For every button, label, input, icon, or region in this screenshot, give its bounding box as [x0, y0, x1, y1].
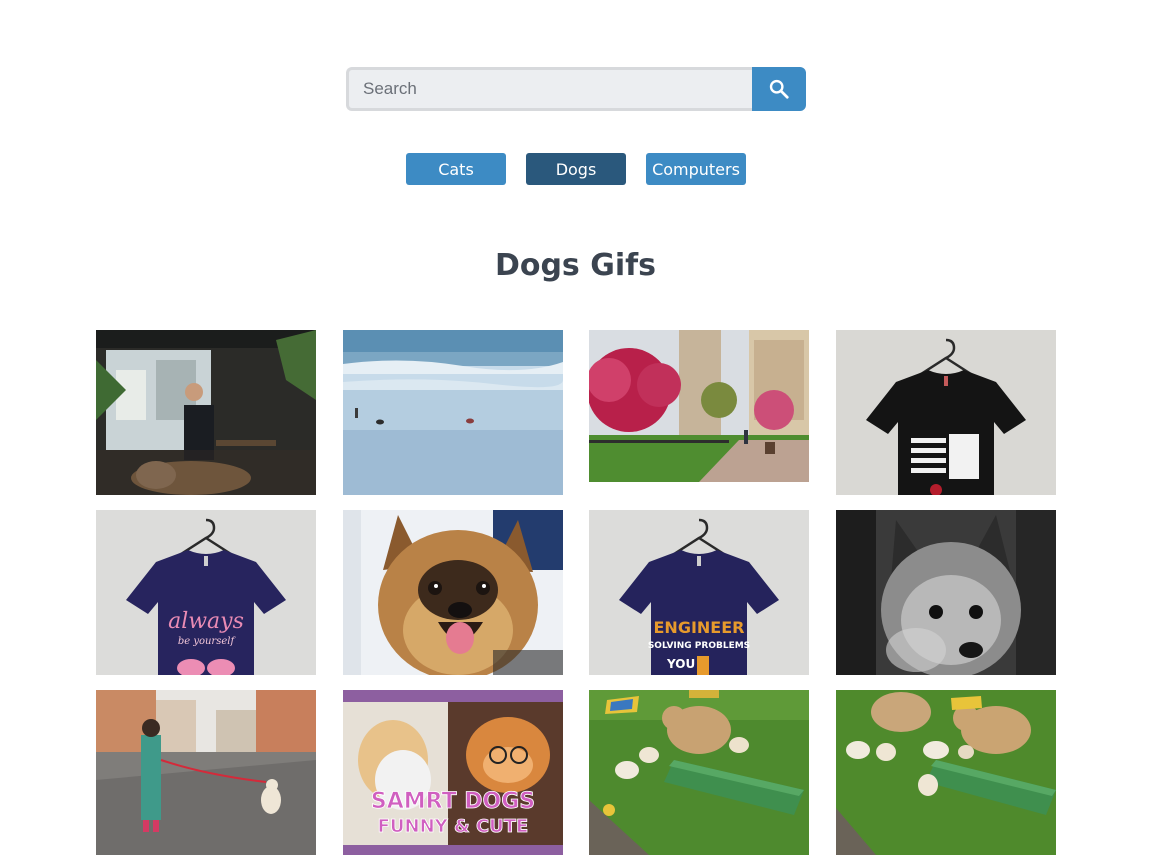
- svg-text:SAMRT DOGS: SAMRT DOGS: [370, 789, 534, 814]
- gif-tile[interactable]: [96, 330, 316, 495]
- gif-image: [835, 690, 1056, 855]
- gif-image: [835, 330, 1056, 495]
- gif-image: [96, 690, 316, 855]
- gif-image: [342, 510, 563, 675]
- gif-image: ENGINEER SOLVING PROBLEMS YOU: [589, 510, 809, 675]
- search-button[interactable]: [752, 67, 806, 111]
- svg-text:SOLVING PROBLEMS: SOLVING PROBLEMS: [648, 641, 750, 651]
- category-tabs: Cats Dogs Computers: [406, 153, 746, 185]
- gif-tile[interactable]: [835, 690, 1056, 855]
- gif-image: always be yourself: [96, 510, 316, 675]
- gif-tile[interactable]: always be yourself: [96, 510, 316, 675]
- svg-text:always: always: [168, 609, 244, 634]
- search-icon: [769, 79, 789, 99]
- gif-tile[interactable]: ENGINEER SOLVING PROBLEMS YOU: [589, 510, 809, 675]
- svg-text:FUNNY & CUTE: FUNNY & CUTE: [377, 816, 528, 837]
- gif-tile[interactable]: [589, 330, 809, 495]
- gif-tile[interactable]: [342, 330, 563, 495]
- page-heading: Dogs Gifs: [494, 248, 657, 283]
- category-button-cats[interactable]: Cats: [406, 153, 506, 185]
- svg-text:ENGINEER: ENGINEER: [654, 618, 745, 637]
- gif-image: [96, 330, 316, 495]
- gif-image: [342, 330, 563, 495]
- gif-image: [835, 510, 1056, 675]
- category-button-computers[interactable]: Computers: [646, 153, 746, 185]
- gif-image: SAMRT DOGS FUNNY & CUTE: [342, 690, 563, 855]
- gif-tile[interactable]: [96, 690, 316, 855]
- svg-text:be yourself: be yourself: [178, 636, 237, 647]
- search-input[interactable]: [346, 67, 752, 111]
- gif-image: [589, 330, 809, 495]
- gif-tile[interactable]: [835, 330, 1056, 495]
- gif-grid: always be yourself ENGINEER SOLVING PROB…: [96, 330, 1056, 855]
- gif-tile[interactable]: [589, 690, 809, 855]
- gif-tile[interactable]: SAMRT DOGS FUNNY & CUTE: [342, 690, 563, 855]
- gif-image: [589, 690, 809, 855]
- gif-tile[interactable]: [342, 510, 563, 675]
- svg-text:YOU: YOU: [666, 657, 695, 671]
- search-bar: [346, 67, 806, 111]
- category-button-dogs[interactable]: Dogs: [526, 153, 626, 185]
- gif-tile[interactable]: [835, 510, 1056, 675]
